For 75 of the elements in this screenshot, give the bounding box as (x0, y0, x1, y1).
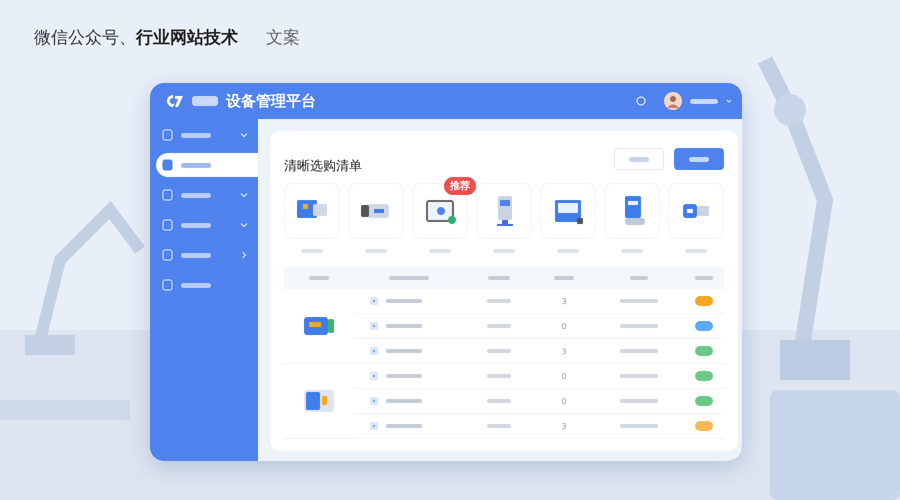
item-code (487, 299, 511, 303)
recommended-badge: 推荐 (444, 177, 476, 195)
caret-icon (726, 98, 732, 104)
serial-number (620, 324, 658, 328)
item-name (386, 299, 422, 303)
item-code (487, 324, 511, 328)
row-icon (370, 422, 378, 430)
product-tile[interactable] (668, 183, 724, 239)
product-label (365, 249, 387, 253)
item-name (386, 424, 422, 428)
row-icon (370, 322, 378, 330)
product-label (301, 249, 323, 253)
quantity-text: 3 (561, 346, 567, 356)
avatar[interactable] (664, 92, 682, 110)
row-icon (370, 397, 378, 405)
menu-icon (162, 189, 173, 201)
column-heading (695, 276, 713, 280)
product-tile[interactable] (540, 183, 596, 239)
product-label (429, 249, 451, 253)
item-code (487, 349, 511, 353)
menu-icon (162, 249, 173, 261)
row-icon (370, 347, 378, 355)
button-label (629, 156, 649, 162)
item-name (386, 374, 422, 378)
button-label (689, 156, 709, 162)
serial-number (620, 299, 658, 303)
item-name (386, 349, 422, 353)
item-code (487, 424, 511, 428)
product-tile[interactable] (604, 183, 660, 239)
item-code (487, 374, 511, 378)
product-tile[interactable] (348, 183, 404, 239)
column-heading (389, 276, 429, 280)
product-label (493, 249, 515, 253)
item-name (386, 399, 422, 403)
product-tile[interactable] (476, 183, 532, 239)
product-label (621, 249, 643, 253)
menu-label (181, 282, 211, 288)
serial-number (620, 424, 658, 428)
menu-icon (162, 279, 173, 291)
primary-button[interactable] (674, 148, 724, 170)
menu-icon (162, 159, 173, 171)
product-label (685, 249, 707, 253)
quantity-text: 0 (561, 372, 567, 380)
user-name (690, 98, 718, 104)
menu-icon (162, 219, 173, 231)
menu-label (181, 132, 211, 138)
product-tile[interactable] (284, 183, 340, 239)
menu-label (181, 252, 211, 258)
quantity-text: 0 (561, 322, 567, 330)
item-code (487, 399, 511, 403)
quantity-text: 0 (561, 396, 567, 406)
row-icon (370, 372, 378, 380)
product-label (557, 249, 579, 253)
headline: 微信公众号、行业网站技术 文案 (34, 27, 300, 49)
menu-label (181, 222, 211, 228)
menu-label (181, 192, 211, 198)
app-title: 设备管理平台 (226, 92, 316, 110)
column-heading (488, 276, 510, 280)
column-heading (630, 276, 648, 280)
column-heading (309, 276, 329, 280)
panel-title: 清晰选购清单 (284, 158, 363, 175)
menu-label (181, 162, 211, 168)
quantity-text: 3 (561, 422, 567, 430)
logo-mark (192, 96, 218, 106)
quantity-text: 3 (561, 296, 567, 306)
column-heading (554, 276, 574, 280)
menu-icon (162, 129, 173, 141)
logo-icon (164, 93, 184, 109)
item-name (386, 324, 422, 328)
status-icon (636, 96, 646, 106)
serial-number (620, 349, 658, 353)
serial-number (620, 399, 658, 403)
serial-number (620, 374, 658, 378)
sidebar-item[interactable] (156, 153, 258, 177)
row-icon (370, 297, 378, 305)
